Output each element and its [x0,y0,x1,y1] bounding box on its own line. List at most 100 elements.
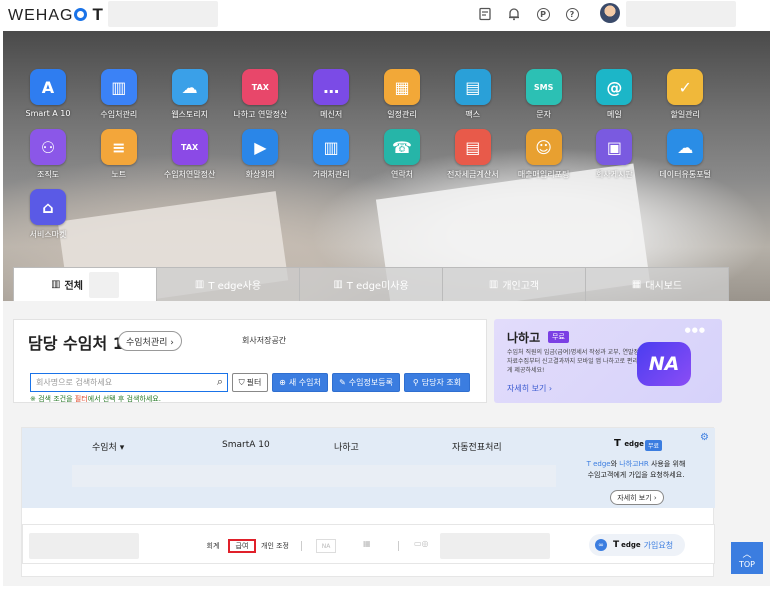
app-contacts[interactable]: ☎ 연락처 [367,129,437,180]
app-smarta[interactable]: A Smart A 10 [13,69,83,118]
scroll-top-button[interactable]: ︿ TOP [731,542,763,574]
settings-icon[interactable]: ⚙ [700,432,709,443]
app-calendar[interactable]: ▦ 일정관리 [367,69,437,120]
app-label: 노트 [111,170,127,179]
nahago-promo-banner[interactable]: 나하고 무료 수임처 직원의 임금(급여)명세서 작성과 교부, 연말정산 자료… [494,319,722,403]
edit-icon: ✎ [339,378,346,387]
tab-all[interactable]: ▥ 전체 [13,267,157,301]
person-search-icon: ⚲ [412,378,419,387]
company-storage-label: 회사저장공간 [242,336,287,345]
app-label: 조직도 [36,170,60,179]
app-label: 서비스마켓 [29,230,67,239]
app-tax-settlement[interactable]: TAX 나하고 연말정산 [225,69,295,120]
auto-voucher-blurred [440,533,550,559]
app-client-building[interactable]: ▥ 수임처관리 [84,69,154,120]
messenger-icon: … [313,69,350,105]
app-label: Smart A 10 [25,109,71,118]
app-org-chart[interactable]: ⚇ 조직도 [13,129,83,180]
carousel-dots[interactable]: ●●● [685,326,706,334]
app-sales-report[interactable]: ☺ 매출매입리포팅 [509,129,579,180]
search-icon[interactable]: ⌕ [217,375,223,389]
client-name-blurred [29,533,139,559]
building-icon: ▥ [333,279,343,290]
app-label: 매출매입리포팅 [517,170,570,179]
banner-description: 수임처 직원의 임금(급여)명세서 작성과 교부, 연말정산 자료수집부터 신고… [507,349,645,374]
dashboard-icon: ▦ [631,279,642,290]
tab-dashboard[interactable]: ▦ 대시보드 [585,267,729,301]
app-e-invoice[interactable]: ▤ 전자세금계산서 [438,129,508,180]
fax-icon: ▤ [454,69,491,105]
mail-icon: @ [596,69,633,105]
board-icon: ▣ [596,129,633,165]
tax-settlement-icon: TAX [242,69,279,105]
app-label: 나하고 연말정산 [233,110,288,119]
filter-button[interactable]: ⛉ 필터 [232,373,268,392]
service-market-icon: ⌂ [30,189,66,225]
search-input[interactable]: 회사명으로 검색하세요 ⌕ [30,373,228,392]
sms-icon: SMS [525,69,562,105]
app-note[interactable]: ≡ 노트 [84,129,154,180]
org-chart-icon: ⚇ [30,129,66,165]
app-label: 할일관리 [670,110,700,119]
tab-tedge-unused[interactable]: ▥ T edge미사용 [299,267,443,301]
tab-tedge-used[interactable]: ▥ T edge사용 [156,267,300,301]
points-icon[interactable]: P [535,6,551,22]
logo-o-icon [74,8,88,21]
banner-more-link[interactable]: 자세히 보기 › [507,383,552,394]
link-icon: ∞ [595,539,607,551]
document-icon[interactable] [477,6,493,22]
search-hint: ※ 검색 조건을 필터에서 선택 후 검색하세요. [30,395,161,403]
app-label: 연락처 [390,170,414,179]
app-label: 일정관리 [387,110,417,119]
app-label: 메신저 [320,110,343,119]
tag-accounting[interactable]: 회계 [200,539,226,553]
video-meeting-icon: ▶ [242,129,279,165]
table-row[interactable]: 회계 급여 개인 조정 NA ▦ ▭◎ ∞ T edge 가입요청 [22,524,715,564]
smarta-icon: A [30,69,66,105]
app-board[interactable]: ▣ 회사게시판 [579,129,649,180]
manager-lookup-button[interactable]: ⚲ 담당자 조회 [404,373,470,392]
app-client-tax[interactable]: TAX 수임처연말정산 [155,129,225,180]
app-label: 문자 [536,110,551,119]
app-todo[interactable]: ✓ 할일관리 [650,69,720,120]
bell-icon[interactable] [506,6,522,22]
app-label: 화상회의 [245,170,276,179]
app-messenger[interactable]: … 메신저 [296,69,366,120]
tedge-description: T edge와 나하고HR 사용을 위해 수임고객에게 가입을 요청하세요. [586,460,686,479]
nahago-logo-icon: NA [637,342,691,386]
app-label: 거래처관리 [312,170,350,179]
app-label: 메일 [607,110,622,119]
app-video-meeting[interactable]: ▶ 화상회의 [225,129,295,180]
tag-personal-adjustment[interactable]: 개인 조정 [258,539,292,553]
top-bar: WEHAG T P ? [0,0,773,28]
wehago-logo[interactable]: WEHAG T [8,5,104,25]
client-manage-button[interactable]: 수임처관리 › [118,331,182,351]
tab-count-blurred [88,271,119,298]
data-portal-icon: ☁ [667,129,704,165]
app-fax[interactable]: ▤ 팩스 [438,69,508,120]
calendar-icon: ▦ [384,69,420,105]
app-cloud-storage[interactable]: ☁ 웹스토리지 [155,69,225,120]
tag-payroll[interactable]: 급여 [228,539,256,553]
app-sms[interactable]: SMS 문자 [509,69,579,120]
user-name-blurred [626,1,736,27]
e-invoice-icon: ▤ [454,129,491,165]
contacts-icon: ☎ [384,129,420,165]
new-client-button[interactable]: ⊕ 새 수임처 [272,373,328,392]
help-icon[interactable]: ? [564,6,580,22]
app-mail[interactable]: @ 메일 [579,69,649,120]
cloud-storage-icon: ☁ [171,69,208,105]
tedge-join-request-button[interactable]: ∞ T edge 가입요청 [589,534,685,556]
col-client[interactable]: 수임처 ▾ [92,440,124,453]
register-client-info-button[interactable]: ✎ 수임정보등록 [332,373,400,392]
avatar[interactable] [600,3,620,23]
app-data-portal[interactable]: ☁ 데이터유통포털 [650,129,720,180]
client-table: 수임처 ▾ SmartA 10 나하고 자동전표처리 T edge 무료 ⚙ T… [21,427,715,577]
tedge-more-button[interactable]: 자세히 보기 › [610,490,664,505]
plus-circle-icon: ⊕ [279,378,286,387]
app-label: 회사게시판 [595,170,633,179]
app-partner[interactable]: ▥ 거래처관리 [296,129,366,180]
divider [398,541,399,551]
tab-personal[interactable]: ▥ 개인고객 [442,267,586,301]
app-service-market[interactable]: ⌂ 서비스마켓 [13,189,83,240]
